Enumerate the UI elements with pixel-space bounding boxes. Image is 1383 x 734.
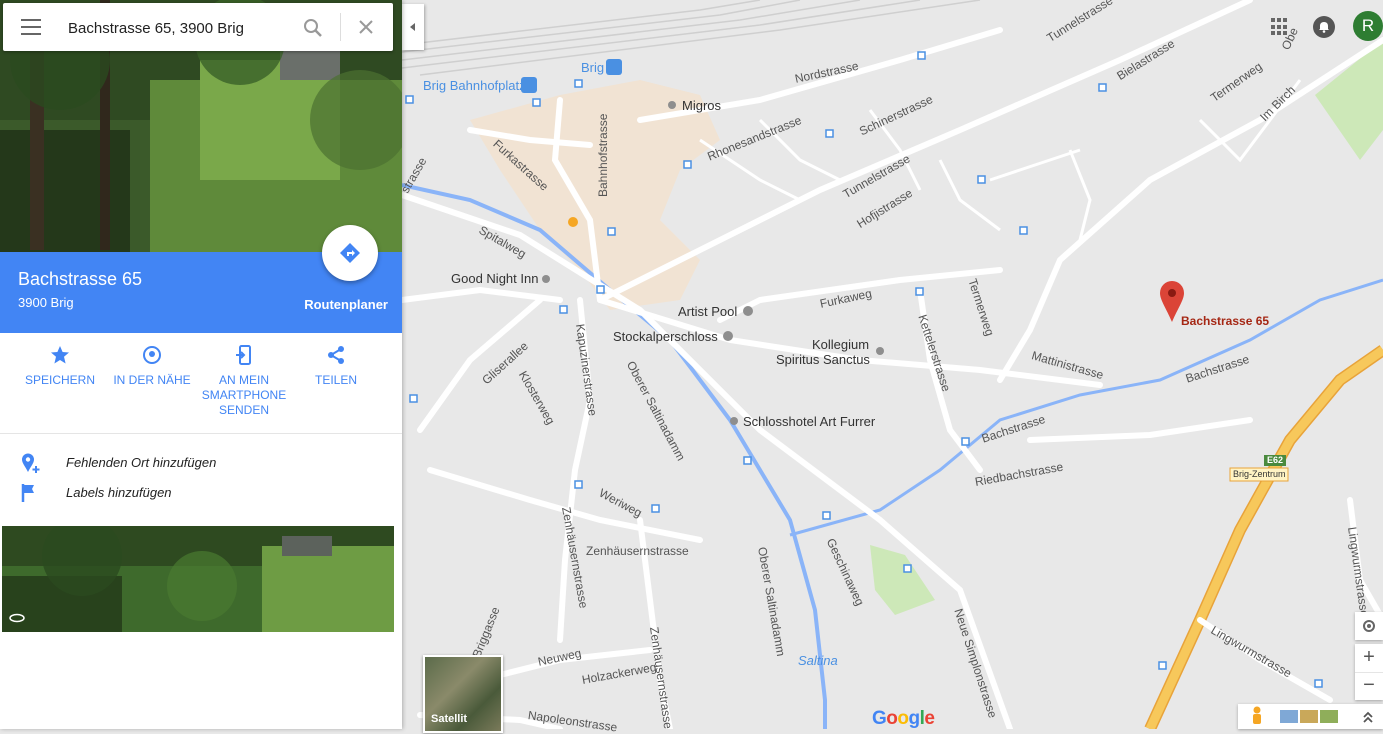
google-logo: Google: [872, 708, 935, 729]
highway-exit-label: Brig-Zentrum: [1233, 469, 1286, 479]
directions-button[interactable]: [322, 225, 378, 281]
layer-thumbnails[interactable]: [1280, 710, 1298, 723]
account-avatar[interactable]: R: [1353, 11, 1383, 41]
street-view-thumbnail[interactable]: [2, 526, 394, 632]
search-input[interactable]: [66, 15, 290, 41]
save-button[interactable]: SPEICHERN: [14, 345, 106, 388]
notifications-icon[interactable]: [1313, 16, 1335, 38]
layer-thumbnails[interactable]: [1300, 710, 1318, 723]
menu-icon[interactable]: [21, 19, 41, 35]
share-label: TEILEN: [314, 373, 357, 387]
add-missing-place-link[interactable]: Fehlenden Ort hinzufügen: [0, 450, 402, 476]
poi-kollegium[interactable]: Kollegium: [812, 337, 869, 352]
my-location-button[interactable]: [1355, 612, 1383, 640]
add-labels-label: Labels hinzufügen: [66, 485, 172, 500]
search-icon[interactable]: [303, 18, 323, 38]
search-divider: [340, 13, 341, 41]
pegman-icon[interactable]: [1250, 706, 1264, 728]
poi-artist-pool[interactable]: Artist Pool: [678, 304, 737, 319]
street-label: Zenhäusernstrasse: [586, 544, 689, 558]
zoom-out-button[interactable]: −: [1355, 673, 1383, 700]
poi-good-night-inn[interactable]: Good Night Inn: [451, 271, 538, 286]
place-title: Bachstrasse 65: [18, 269, 143, 289]
nearby-button[interactable]: IN DER NÄHE: [106, 345, 198, 388]
apps-icon[interactable]: [1271, 18, 1289, 36]
crosshair-icon: [1363, 620, 1375, 632]
star-icon: [51, 346, 69, 364]
save-label: SPEICHERN: [24, 373, 95, 387]
poi-migros[interactable]: Migros: [682, 98, 721, 113]
caret-left-icon: [410, 23, 415, 31]
search-box: [3, 3, 393, 51]
highway-shield: E62: [1267, 455, 1284, 465]
place-subtitle: 3900 Brig: [18, 295, 74, 310]
satellite-label: Satellit: [431, 713, 468, 725]
nearby-icon: [143, 346, 161, 364]
bottom-bar: [1238, 704, 1383, 729]
send-to-phone-button[interactable]: AN MEIN SMARTPHONE SENDEN: [198, 345, 290, 418]
expand-icon[interactable]: [1362, 710, 1374, 724]
street-label: Bahnhofstrasse: [596, 113, 610, 197]
poi-stockalperschloss[interactable]: Stockalperschloss: [613, 329, 718, 344]
add-place-label: Fehlenden Ort hinzufügen: [66, 455, 217, 470]
poi-schlosshotel[interactable]: Schlosshotel Art Furrer: [743, 414, 875, 429]
close-icon[interactable]: [359, 20, 373, 34]
share-icon: [328, 346, 344, 364]
poi-bahnhofplatz[interactable]: Brig Bahnhofplatz: [423, 78, 526, 93]
add-labels-link[interactable]: Labels hinzufügen: [0, 480, 402, 506]
add-place-icon: [22, 453, 40, 473]
directions-label[interactable]: Routenplaner: [304, 297, 388, 312]
poi-spiritus-sanctus[interactable]: Spiritus Sanctus: [776, 352, 870, 367]
collapse-panel-button[interactable]: [402, 4, 424, 50]
place-panel: Bachstrasse 65 3900 Brig Routenplaner SP…: [0, 0, 402, 729]
send-to-phone-label: AN MEIN SMARTPHONE SENDEN: [201, 373, 287, 417]
nearby-label: IN DER NÄHE: [113, 373, 191, 387]
action-bar: SPEICHERN IN DER NÄHE AN MEIN SMARTPHONE…: [0, 333, 402, 434]
directions-icon: [340, 243, 360, 263]
zoom-control: + −: [1355, 644, 1383, 700]
satellite-toggle[interactable]: Satellit: [423, 655, 503, 733]
river-saltina: Saltina: [798, 653, 838, 668]
share-button[interactable]: TEILEN: [290, 345, 382, 388]
360-icon: [9, 613, 25, 623]
send-to-phone-icon: [236, 345, 251, 365]
layer-thumbnails[interactable]: [1320, 710, 1338, 723]
poi-brig[interactable]: Brig: [581, 60, 604, 75]
flag-icon: [21, 484, 34, 502]
pin-label[interactable]: Bachstrasse 65: [1181, 314, 1269, 328]
zoom-in-button[interactable]: +: [1355, 644, 1383, 673]
